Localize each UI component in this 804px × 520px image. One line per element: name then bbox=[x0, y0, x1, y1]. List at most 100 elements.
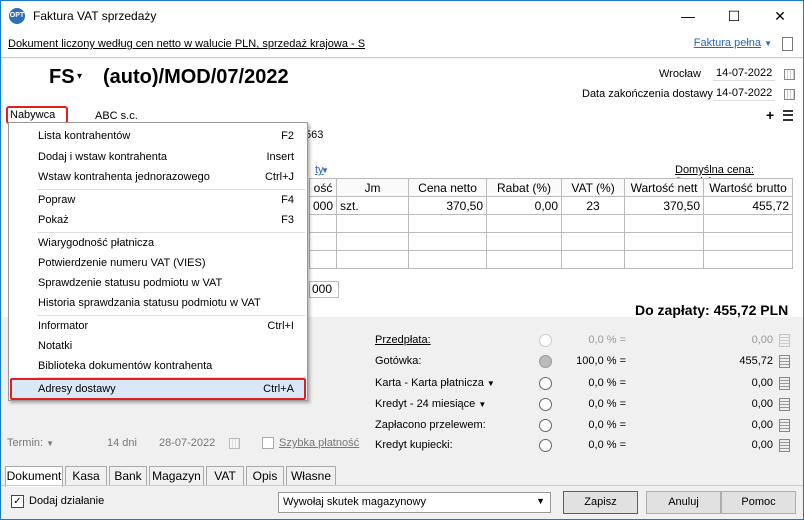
buyer-name[interactable]: ABC s.c. bbox=[95, 110, 138, 122]
tab-warehouse[interactable]: Magazyn bbox=[149, 466, 204, 486]
chevron-down-icon[interactable]: ▼ bbox=[46, 439, 54, 448]
menu-item-one-time-contractor[interactable]: Wstaw kontrahenta jednorazowego Ctrl+J bbox=[10, 167, 306, 187]
column-header[interactable]: Jm bbox=[336, 178, 410, 197]
calculator-icon[interactable] bbox=[779, 439, 790, 452]
menu-item-notes[interactable]: Notatki bbox=[10, 336, 306, 356]
table-row[interactable] bbox=[308, 250, 794, 269]
calculator-icon bbox=[779, 334, 790, 347]
calculator-icon[interactable] bbox=[779, 377, 790, 390]
table-cell[interactable]: 0,00 bbox=[486, 196, 563, 215]
menu-item-document-library[interactable]: Biblioteka dokumentów kontrahenta bbox=[10, 356, 306, 376]
tab-document[interactable]: Dokument bbox=[5, 466, 63, 487]
chevron-down-icon[interactable]: ▼ bbox=[764, 39, 772, 48]
table-row[interactable]: 000 szt. 370,50 0,00 23 370,50 455,72 bbox=[308, 196, 794, 215]
payment-label[interactable]: Karta - Karta płatnicza ▼ bbox=[375, 377, 495, 389]
cancel-button[interactable]: Anuluj bbox=[646, 491, 721, 514]
payment-radio[interactable] bbox=[539, 377, 552, 390]
payment-percent[interactable]: 0,0 % = bbox=[571, 377, 626, 389]
add-icon[interactable]: + bbox=[766, 107, 774, 123]
invoice-type-link[interactable]: Faktura pełna bbox=[694, 37, 761, 49]
calculator-icon[interactable] bbox=[779, 419, 790, 432]
payment-row-cash[interactable]: Gotówka: 100,0 % = 455,72 bbox=[375, 352, 795, 372]
payment-percent[interactable]: 100,0 % = bbox=[571, 355, 626, 367]
column-header[interactable]: ość bbox=[308, 178, 338, 197]
table-cell[interactable]: 23 bbox=[561, 196, 626, 215]
payment-amount[interactable]: 0,00 bbox=[705, 439, 773, 451]
items-table[interactable]: ość Jm Cena netto Rabat (%) VAT (%) Wart… bbox=[308, 178, 794, 269]
payment-amount[interactable]: 0,00 bbox=[705, 377, 773, 389]
issue-date-field[interactable]: 14-07-2022 bbox=[713, 66, 776, 81]
payment-radio[interactable] bbox=[539, 419, 552, 432]
menu-item-delivery-addresses[interactable]: Adresy dostawy Ctrl+A bbox=[10, 378, 306, 400]
calendar-icon[interactable] bbox=[784, 69, 795, 80]
table-cell[interactable]: szt. bbox=[336, 196, 410, 215]
payment-percent[interactable]: 0,0 % = bbox=[571, 419, 626, 431]
menu-item-contractor-list[interactable]: Lista kontrahentów F2 bbox=[10, 126, 306, 146]
menu-item-add-contractor[interactable]: Dodaj i wstaw kontrahenta Insert bbox=[10, 147, 306, 167]
close-button[interactable]: ✕ bbox=[757, 1, 803, 31]
table-cell[interactable]: 370,50 bbox=[408, 196, 488, 215]
term-label[interactable]: Termin: bbox=[7, 437, 43, 449]
payment-amount[interactable]: 455,72 bbox=[705, 355, 773, 367]
payment-percent[interactable]: 0,0 % = bbox=[571, 398, 626, 410]
tab-bank[interactable]: Bank bbox=[109, 466, 147, 486]
stock-action-select[interactable]: Wywołaj skutek magazynowy ▼ bbox=[278, 492, 551, 513]
payment-amount[interactable]: 0,00 bbox=[705, 419, 773, 431]
list-icon[interactable] bbox=[783, 110, 793, 121]
tab-vat[interactable]: VAT bbox=[206, 466, 244, 486]
chevron-down-icon[interactable]: ▾ bbox=[77, 71, 82, 82]
menu-item-vies[interactable]: Potwierdzenie numeru VAT (VIES) bbox=[10, 253, 306, 273]
menu-item-edit[interactable]: Popraw F4 bbox=[10, 190, 306, 210]
payment-term: Termin: ▼ 14 dni 28-07-2022 Szybka płatn… bbox=[7, 437, 359, 449]
document-number[interactable]: (auto)/MOD/07/2022 bbox=[103, 66, 289, 89]
menu-item-vat-history[interactable]: Historia sprawdzania statusu podmiotu w … bbox=[10, 293, 306, 313]
chevron-down-icon[interactable]: ▼ bbox=[321, 166, 329, 175]
table-row[interactable] bbox=[308, 232, 794, 251]
payment-radio[interactable] bbox=[539, 439, 552, 452]
payment-amount[interactable]: 0,00 bbox=[705, 398, 773, 410]
delivery-date-field[interactable]: 14-07-2022 bbox=[713, 86, 776, 101]
save-button[interactable]: Zapisz bbox=[563, 491, 638, 514]
menu-item-credibility[interactable]: Wiarygodność płatnicza bbox=[10, 233, 306, 253]
menu-item-vat-status[interactable]: Sprawdzenie statusu podmiotu w VAT bbox=[10, 273, 306, 293]
payment-row-transfer[interactable]: Zapłacono przelewem: 0,0 % = 0,00 bbox=[375, 416, 795, 436]
payment-radio[interactable] bbox=[539, 355, 552, 368]
table-cell[interactable]: 455,72 bbox=[703, 196, 794, 215]
payment-radio[interactable] bbox=[539, 398, 552, 411]
document-prefix[interactable]: FS bbox=[49, 66, 75, 89]
payment-label[interactable]: Przedpłata: bbox=[375, 334, 431, 346]
document-pricing-note: Dokument liczony według cen netto w walu… bbox=[8, 38, 366, 50]
column-header[interactable]: Wartość nett bbox=[624, 178, 705, 197]
table-cell[interactable]: 000 bbox=[308, 196, 338, 215]
city-field[interactable]: Wrocław bbox=[659, 68, 701, 80]
add-action-label[interactable]: Dodaj działanie bbox=[29, 495, 104, 507]
column-header[interactable]: VAT (%) bbox=[561, 178, 626, 197]
column-header[interactable]: Wartość brutto bbox=[703, 178, 794, 197]
calendar-icon[interactable] bbox=[784, 89, 795, 100]
help-button[interactable]: Pomoc bbox=[721, 491, 796, 514]
table-row[interactable] bbox=[308, 214, 794, 233]
payment-percent[interactable]: 0,0 % = bbox=[571, 439, 626, 451]
payment-label[interactable]: Kredyt - 24 miesiące ▼ bbox=[375, 398, 486, 410]
payment-row-trade-credit[interactable]: Kredyt kupiecki: 0,0 % = 0,00 bbox=[375, 436, 795, 456]
tab-custom[interactable]: Własne bbox=[286, 466, 336, 486]
document-icon[interactable] bbox=[782, 37, 793, 51]
split-payment-checkbox bbox=[262, 437, 274, 449]
minimize-button[interactable]: — bbox=[665, 1, 711, 31]
add-action-checkbox[interactable]: ✓ bbox=[11, 495, 24, 508]
calculator-icon[interactable] bbox=[779, 398, 790, 411]
payment-row-card[interactable]: Karta - Karta płatnicza ▼ 0,0 % = 0,00 bbox=[375, 374, 795, 394]
payment-row-credit[interactable]: Kredyt - 24 miesiące ▼ 0,0 % = 0,00 bbox=[375, 395, 795, 415]
maximize-button[interactable]: ☐ bbox=[711, 1, 757, 31]
menu-item-informator[interactable]: Informator Ctrl+I bbox=[10, 316, 306, 336]
tab-cash[interactable]: Kasa bbox=[65, 466, 107, 486]
payment-row-prepayment[interactable]: Przedpłata: 0,0 % = 0,00 bbox=[375, 331, 795, 351]
menu-item-show[interactable]: Pokaż F3 bbox=[10, 210, 306, 230]
column-header[interactable]: Rabat (%) bbox=[486, 178, 563, 197]
payment-radio bbox=[539, 334, 552, 347]
column-header[interactable]: Cena netto bbox=[408, 178, 488, 197]
footer-bar: ✓ Dodaj działanie Wywołaj skutek magazyn… bbox=[1, 485, 803, 519]
table-cell[interactable]: 370,50 bbox=[624, 196, 705, 215]
tab-description[interactable]: Opis bbox=[246, 466, 284, 486]
calculator-icon[interactable] bbox=[779, 355, 790, 368]
